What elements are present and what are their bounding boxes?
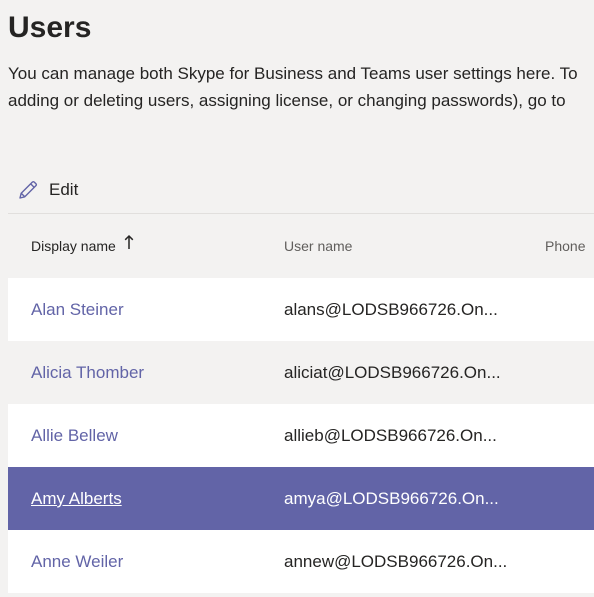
arrow-up-icon [124,214,134,276]
users-table-body: Alan Steiner alans@LODSB966726.On... Ali… [8,278,594,593]
edit-button[interactable]: Edit [16,175,78,205]
user-name-cell: amya@LODSB966726.On... [284,489,499,508]
table-row[interactable]: Allie Bellew allieb@LODSB966726.On... [8,404,594,467]
users-table-header: Display name User name Phone [8,215,594,277]
user-display-name-link[interactable]: Anne Weiler [31,530,123,593]
column-header-phone[interactable]: Phone [545,215,585,277]
user-display-name-link[interactable]: Allie Bellew [31,404,118,467]
table-row-selected[interactable]: Amy Alberts amya@LODSB966726.On... [8,467,594,530]
column-header-user-name[interactable]: User name [284,215,352,277]
table-row[interactable]: Alicia Thomber aliciat@LODSB966726.On... [8,341,594,404]
user-name-cell: allieb@LODSB966726.On... [284,426,497,445]
user-name-cell: annew@LODSB966726.On... [284,552,508,571]
user-display-name-link[interactable]: Amy Alberts [31,467,122,530]
user-name-cell: alans@LODSB966726.On... [284,300,498,319]
table-row[interactable]: Anne Weiler annew@LODSB966726.On... [8,530,594,593]
page-title: Users [8,11,92,44]
column-header-display-name[interactable]: Display name [31,215,134,277]
page-description-line-1: You can manage both Skype for Business a… [8,64,578,83]
page-description: You can manage both Skype for Business a… [8,60,594,114]
pencil-icon [16,178,40,202]
user-display-name-link[interactable]: Alan Steiner [31,278,124,341]
column-header-display-name-label: Display name [31,238,116,254]
user-display-name-link[interactable]: Alicia Thomber [31,341,144,404]
table-row[interactable]: Alan Steiner alans@LODSB966726.On... [8,278,594,341]
edit-label: Edit [49,180,79,199]
user-name-cell: aliciat@LODSB966726.On... [284,363,501,382]
command-bar: Edit [8,166,594,214]
page-description-line-2: adding or deleting users, assigning lice… [8,91,566,110]
